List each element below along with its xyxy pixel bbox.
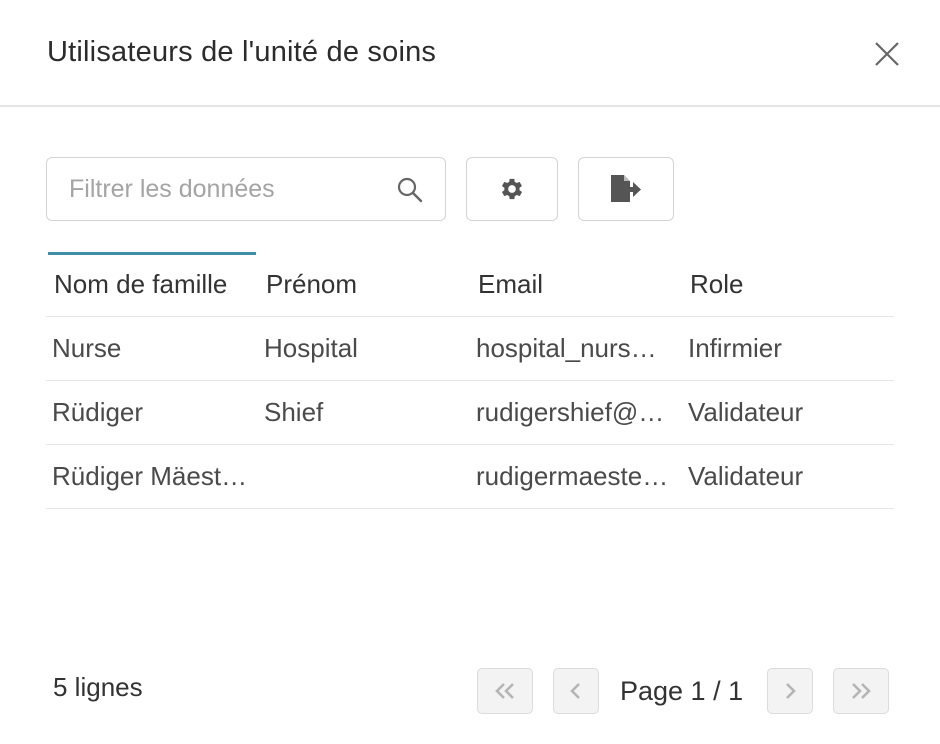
file-export-icon <box>611 175 641 202</box>
page-indicator: Page 1 / 1 <box>620 676 744 706</box>
search-icon[interactable] <box>396 176 424 204</box>
search-input[interactable] <box>69 172 389 206</box>
close-button[interactable] <box>871 38 903 70</box>
chevrons-left-icon <box>495 683 514 699</box>
cell-role: Validateur <box>688 397 804 427</box>
cell-email: rudigermaeste… <box>476 461 669 491</box>
cell-first-name <box>264 445 464 508</box>
users-table: Nom de famille Prénom Email Role Nurse H… <box>46 252 894 509</box>
close-icon <box>875 42 899 66</box>
table-header: Nom de famille Prénom Email Role <box>46 252 894 317</box>
cell-first-name: Hospital <box>264 333 358 363</box>
settings-button[interactable] <box>466 157 558 221</box>
cell-last-name: Rüdiger Mäest… <box>52 461 248 491</box>
first-page-button[interactable] <box>477 668 533 714</box>
table-row[interactable]: Rüdiger Shief rudigershief@… Validateur <box>46 381 894 445</box>
cell-email: hospital_nurs… <box>476 333 657 363</box>
table-row[interactable]: Nurse Hospital hospital_nurs… Infirmier <box>46 317 894 381</box>
column-header-last-name[interactable]: Nom de famille <box>48 252 256 316</box>
last-page-button[interactable] <box>833 668 889 714</box>
next-page-button[interactable] <box>767 668 813 714</box>
column-header-role[interactable]: Role <box>690 252 743 316</box>
column-header-email[interactable]: Email <box>478 252 543 316</box>
row-count: 5 lignes <box>53 672 143 702</box>
cell-role: Infirmier <box>688 333 782 363</box>
cell-email: rudigershief@… <box>476 397 665 427</box>
cell-last-name: Rüdiger <box>52 397 144 427</box>
dialog-header: Utilisateurs de l'unité de soins <box>0 0 940 107</box>
table-row[interactable]: Rüdiger Mäest… rudigermaeste… Validateur <box>46 445 894 509</box>
chevrons-right-icon <box>852 683 871 699</box>
cell-first-name: Shief <box>264 397 324 427</box>
previous-page-button[interactable] <box>553 668 599 714</box>
cell-last-name: Nurse <box>52 333 122 363</box>
chevron-right-icon <box>786 683 796 699</box>
dialog-title: Utilisateurs de l'unité de soins <box>47 36 437 68</box>
search-box <box>46 157 446 221</box>
gear-icon <box>501 178 523 200</box>
export-button[interactable] <box>578 157 674 221</box>
cell-role: Validateur <box>688 461 804 491</box>
column-header-first-name[interactable]: Prénom <box>266 252 357 316</box>
chevron-left-icon <box>570 683 580 699</box>
